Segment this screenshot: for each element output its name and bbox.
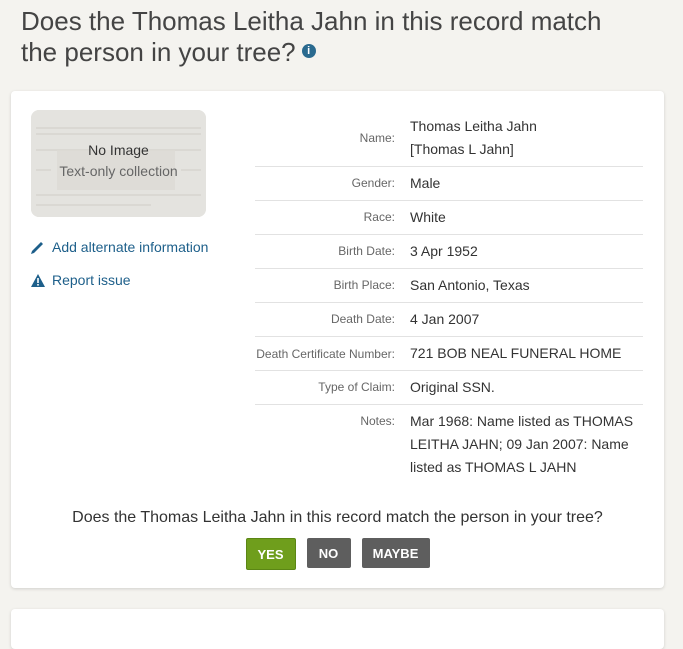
fact-label: Death Certificate Number: (256, 346, 395, 361)
fact-label: Gender: (351, 176, 395, 190)
match-buttons: YES NO MAYBE (11, 538, 664, 570)
fact-row-gender: Gender: Male (255, 167, 643, 201)
add-alternate-label: Add alternate information (52, 239, 209, 255)
fact-value: 3 Apr 1952 (410, 243, 478, 259)
record-image-placeholder: No Image Text-only collection (31, 110, 206, 217)
no-image-label: No Image (88, 142, 149, 158)
warning-icon (31, 273, 45, 287)
report-issue-label: Report issue (52, 272, 131, 288)
report-issue-link[interactable]: Report issue (30, 272, 131, 288)
no-button[interactable]: NO (306, 538, 351, 568)
record-facts-table: Name: Thomas Leitha Jahn [Thomas L Jahn]… (255, 110, 643, 484)
info-icon[interactable]: i (301, 44, 316, 59)
page-title: Does the Thomas Leitha Jahn in this reco… (21, 6, 621, 68)
next-card (11, 609, 664, 649)
fact-label: Type of Claim: (318, 380, 395, 394)
fact-row-birth-place: Birth Place: San Antonio, Texas (255, 269, 643, 303)
name-primary: Thomas Leitha Jahn (410, 118, 537, 134)
fact-row-death-certificate: Death Certificate Number: 721 BOB NEAL F… (255, 337, 643, 371)
fact-row-name: Name: Thomas Leitha Jahn [Thomas L Jahn] (255, 110, 643, 167)
fact-label: Name: (359, 131, 395, 145)
fact-value-name: Thomas Leitha Jahn [Thomas L Jahn] (410, 115, 640, 161)
fact-value: Mar 1968: Name listed as THOMAS LEITHA J… (410, 413, 634, 475)
name-alternate: [Thomas L Jahn] (410, 141, 514, 157)
fact-label: Notes: (360, 414, 395, 428)
pencil-icon (31, 242, 43, 254)
fact-value: Original SSN. (410, 379, 495, 395)
add-alternate-link[interactable]: Add alternate information (30, 239, 208, 255)
fact-label: Race: (363, 210, 395, 224)
fact-row-claim-type: Type of Claim: Original SSN. (255, 371, 643, 405)
page-title-text: Does the Thomas Leitha Jahn in this reco… (21, 6, 602, 67)
fact-row-death-date: Death Date: 4 Jan 2007 (255, 303, 643, 337)
fact-value: San Antonio, Texas (410, 277, 530, 293)
fact-label: Birth Place: (333, 278, 395, 292)
maybe-button[interactable]: MAYBE (361, 538, 430, 568)
fact-row-race: Race: White (255, 201, 643, 235)
fact-row-notes: Notes: Mar 1968: Name listed as THOMAS L… (255, 405, 643, 484)
fact-label: Death Date: (330, 312, 395, 326)
fact-label: Birth Date: (338, 244, 395, 258)
text-only-label: Text-only collection (59, 163, 178, 179)
match-question: Does the Thomas Leitha Jahn in this reco… (72, 509, 603, 526)
record-card: No Image Text-only collection Add altern… (11, 91, 664, 588)
yes-button[interactable]: YES (245, 538, 296, 570)
fact-value: 721 BOB NEAL FUNERAL HOME (410, 345, 622, 361)
fact-value: 4 Jan 2007 (410, 311, 480, 327)
fact-row-birth-date: Birth Date: 3 Apr 1952 (255, 235, 643, 269)
fact-value: White (410, 209, 446, 225)
fact-value: Male (410, 175, 441, 191)
